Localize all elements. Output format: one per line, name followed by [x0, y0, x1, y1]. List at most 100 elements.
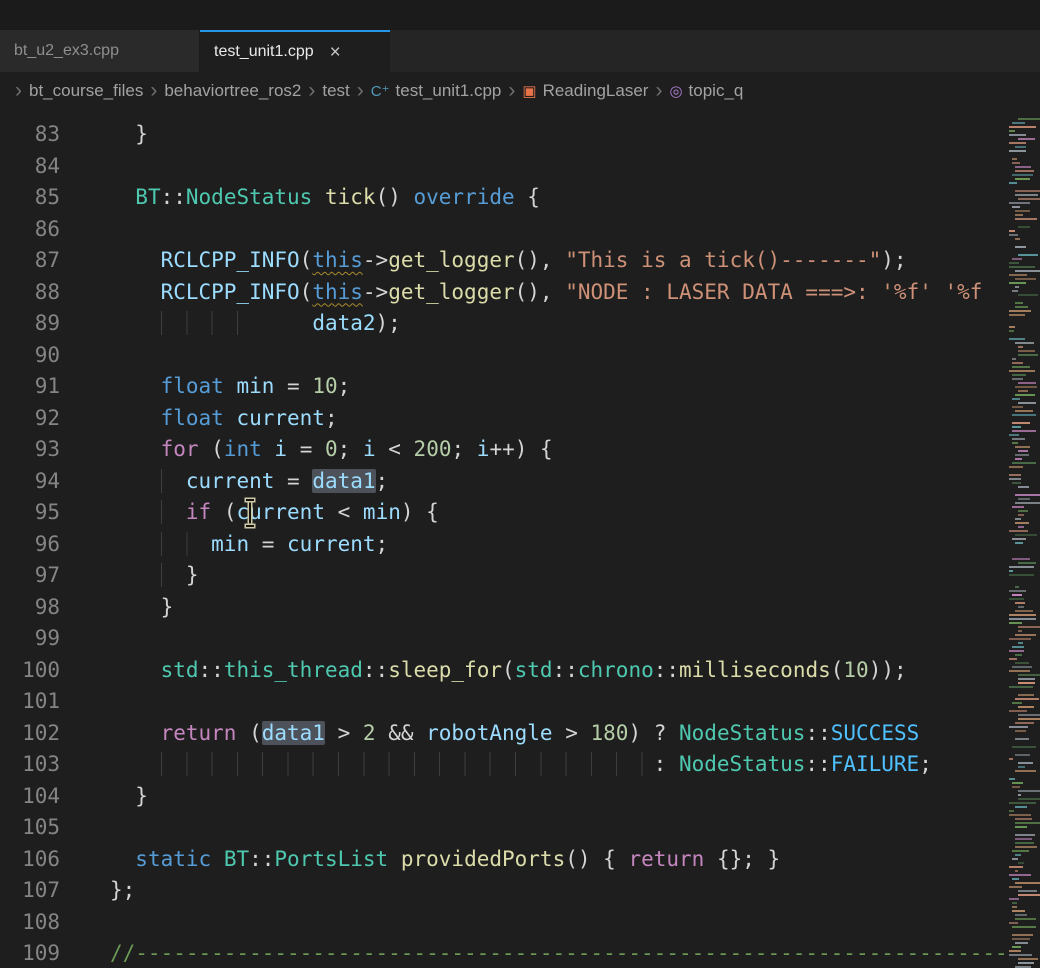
line-number[interactable]: 88	[0, 277, 60, 309]
code-line-102[interactable]: 102 return (data1 > 2 && robotAngle > 18…	[0, 718, 1008, 750]
minimap[interactable]	[1008, 112, 1040, 968]
code-text[interactable]: : NodeStatus::FAILURE;	[60, 749, 1008, 781]
breadcrumb-item-bt_course_files[interactable]: bt_course_files	[29, 81, 143, 101]
code-text[interactable]: if (current < min) {	[60, 497, 1008, 529]
code-line-107[interactable]: 107};	[0, 875, 1008, 907]
breadcrumb-item-behaviortree_ros2[interactable]: behaviortree_ros2	[164, 81, 301, 101]
code-line-98[interactable]: 98 }	[0, 592, 1008, 624]
code-line-92[interactable]: 92 float current;	[0, 403, 1008, 435]
minimap-line	[1018, 958, 1038, 960]
line-number[interactable]: 86	[0, 214, 60, 246]
code-line-86[interactable]: 86	[0, 214, 1008, 246]
line-number[interactable]: 93	[0, 434, 60, 466]
code-text[interactable]: //--------------------------------------…	[60, 938, 1008, 968]
code-line-100[interactable]: 100 std::this_thread::sleep_for(std::chr…	[0, 655, 1008, 687]
code-text[interactable]: }	[60, 560, 1008, 592]
code-line-91[interactable]: 91 float min = 10;	[0, 371, 1008, 403]
line-number[interactable]: 91	[0, 371, 60, 403]
close-icon[interactable]: ×	[330, 43, 341, 62]
code-text[interactable]: };	[60, 875, 1008, 907]
line-number[interactable]: 97	[0, 560, 60, 592]
minimap-line	[1009, 802, 1036, 804]
code-text[interactable]: return (data1 > 2 && robotAngle > 180) ?…	[60, 718, 1008, 750]
line-number[interactable]: 92	[0, 403, 60, 435]
line-number[interactable]: 103	[0, 749, 60, 781]
code-text[interactable]: float min = 10;	[60, 371, 1008, 403]
code-line-93[interactable]: 93 for (int i = 0; i < 200; i++) {	[0, 434, 1008, 466]
code-line-95[interactable]: 95 if (current < min) {	[0, 497, 1008, 529]
code-text[interactable]: std::this_thread::sleep_for(std::chrono:…	[60, 655, 1008, 687]
code-text[interactable]	[60, 214, 1008, 246]
code-line-88[interactable]: 88 RCLCPP_INFO(this->get_logger(), "NODE…	[0, 277, 1008, 309]
code-text[interactable]: for (int i = 0; i < 200; i++) {	[60, 434, 1008, 466]
minimap-line	[1012, 462, 1036, 464]
code-text[interactable]	[60, 151, 1008, 183]
breadcrumb-item-test_unit1.cpp[interactable]: C⁺test_unit1.cpp	[371, 81, 502, 101]
code-line-103[interactable]: 103 : NodeStatus::FAILURE;	[0, 749, 1008, 781]
line-number[interactable]: 100	[0, 655, 60, 687]
line-number[interactable]: 105	[0, 812, 60, 844]
code-text[interactable]	[60, 812, 1008, 844]
code-text[interactable]: static BT::PortsList providedPorts() { r…	[60, 844, 1008, 876]
line-number[interactable]: 104	[0, 781, 60, 813]
code-text[interactable]	[60, 686, 1008, 718]
line-number[interactable]: 107	[0, 875, 60, 907]
minimap-line	[1008, 734, 1040, 736]
code-text[interactable]: RCLCPP_INFO(this->get_logger(), "NODE : …	[60, 277, 1008, 309]
tab-test_unit1[interactable]: test_unit1.cpp ×	[200, 30, 390, 72]
minimap-line	[1009, 134, 1026, 136]
code-editor[interactable]: 83 }8485 BT::NodeStatus tick() override …	[0, 110, 1008, 968]
line-number[interactable]: 87	[0, 245, 60, 277]
code-text[interactable]: }	[60, 592, 1008, 624]
code-text[interactable]: data2);	[60, 308, 1008, 340]
code-line-105[interactable]: 105	[0, 812, 1008, 844]
code-line-89[interactable]: 89 data2);	[0, 308, 1008, 340]
minimap-line	[1018, 794, 1021, 796]
code-text[interactable]	[60, 907, 1008, 939]
code-text[interactable]: }	[60, 119, 1008, 151]
code-line-96[interactable]: 96 min = current;	[0, 529, 1008, 561]
line-number[interactable]: 89	[0, 308, 60, 340]
breadcrumb-item-ReadingLaser[interactable]: ▣ReadingLaser	[522, 81, 648, 101]
code-text[interactable]: RCLCPP_INFO(this->get_logger(), "This is…	[60, 245, 1008, 277]
line-number[interactable]: 108	[0, 907, 60, 939]
code-line-87[interactable]: 87 RCLCPP_INFO(this->get_logger(), "This…	[0, 245, 1008, 277]
code-line-90[interactable]: 90	[0, 340, 1008, 372]
code-line-99[interactable]: 99	[0, 623, 1008, 655]
code-text[interactable]: float current;	[60, 403, 1008, 435]
code-text[interactable]: min = current;	[60, 529, 1008, 561]
code-text[interactable]	[60, 340, 1008, 372]
line-number[interactable]: 96	[0, 529, 60, 561]
minimap-line	[1008, 418, 1040, 420]
code-text[interactable]: BT::NodeStatus tick() override {	[60, 182, 1008, 214]
code-text[interactable]: }	[60, 781, 1008, 813]
line-number[interactable]: 94	[0, 466, 60, 498]
code-line-106[interactable]: 106 static BT::PortsList providedPorts()…	[0, 844, 1008, 876]
code-line-109[interactable]: 109//-----------------------------------…	[0, 938, 1008, 968]
line-number[interactable]: 106	[0, 844, 60, 876]
line-number[interactable]: 99	[0, 623, 60, 655]
line-number[interactable]: 84	[0, 151, 60, 183]
code-line-85[interactable]: 85 BT::NodeStatus tick() override {	[0, 182, 1008, 214]
code-line-94[interactable]: 94 current = data1;	[0, 466, 1008, 498]
line-number[interactable]: 102	[0, 718, 60, 750]
minimap-line	[1012, 906, 1017, 908]
line-number[interactable]: 90	[0, 340, 60, 372]
line-number[interactable]: 83	[0, 119, 60, 151]
tab-bt_u2_ex3[interactable]: bt_u2_ex3.cpp	[0, 30, 200, 72]
line-number[interactable]: 95	[0, 497, 60, 529]
breadcrumb-item-test[interactable]: test	[322, 81, 349, 101]
breadcrumb-item-topic_q[interactable]: ◎topic_q	[669, 81, 743, 101]
code-line-101[interactable]: 101	[0, 686, 1008, 718]
code-line-84[interactable]: 84	[0, 151, 1008, 183]
code-line-83[interactable]: 83 }	[0, 119, 1008, 151]
line-number[interactable]: 109	[0, 938, 60, 968]
line-number[interactable]: 101	[0, 686, 60, 718]
line-number[interactable]: 85	[0, 182, 60, 214]
code-line-108[interactable]: 108	[0, 907, 1008, 939]
code-text[interactable]: current = data1;	[60, 466, 1008, 498]
code-text[interactable]	[60, 623, 1008, 655]
code-line-104[interactable]: 104 }	[0, 781, 1008, 813]
line-number[interactable]: 98	[0, 592, 60, 624]
code-line-97[interactable]: 97 }	[0, 560, 1008, 592]
